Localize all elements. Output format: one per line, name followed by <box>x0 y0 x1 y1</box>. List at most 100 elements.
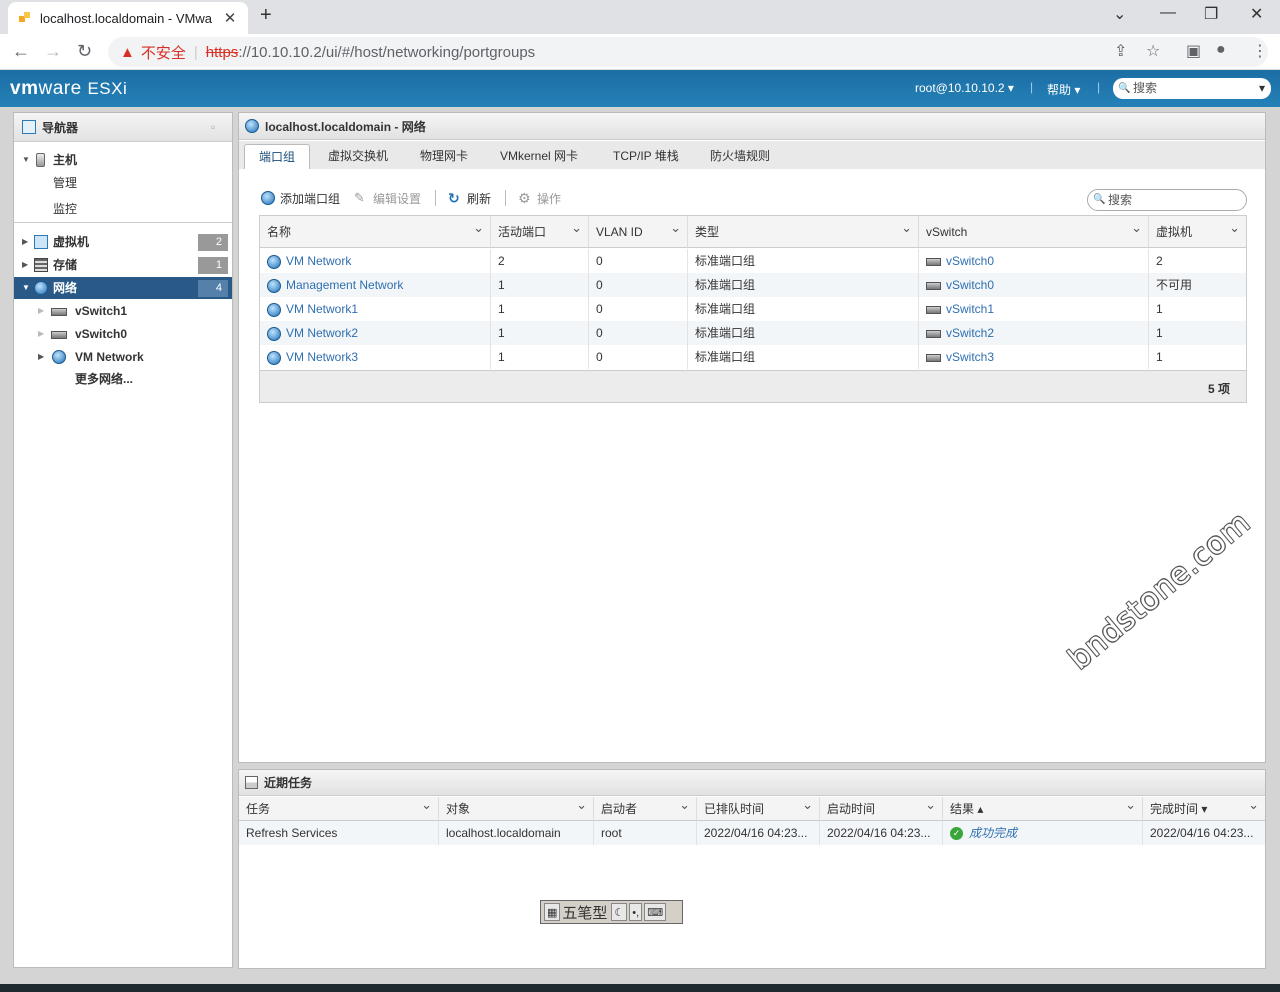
column-header-vlan-id[interactable]: VLAN ID <box>589 212 688 248</box>
add-port-group-button[interactable]: 添加端口组 <box>261 190 340 207</box>
actions-button[interactable]: ⚙ 操作 <box>518 190 561 207</box>
ime-logo-icon[interactable]: ▦ <box>544 903 561 921</box>
grid-search-input[interactable]: 搜索 <box>1087 189 1247 211</box>
user-menu[interactable]: root@10.10.10.2 ▾ <box>915 81 1014 95</box>
column-header-active-ports[interactable]: 活动端口 <box>491 212 589 248</box>
close-window-icon[interactable]: ✕ <box>1250 4 1263 24</box>
column-header-type[interactable]: 类型 <box>688 212 919 248</box>
tab-tcpip-stacks[interactable]: TCP/IP 堆栈 <box>599 144 693 169</box>
url-path: ://10.10.10.2/ui/#/host/networking/portg… <box>238 43 536 61</box>
table-row[interactable]: VM Network3 1 0 标准端口组 vSwitch3 1 <box>260 345 1246 369</box>
browser-tab[interactable]: localhost.localdomain - VMwa ✕ <box>8 2 248 34</box>
column-header-task[interactable]: 任务 <box>239 793 439 821</box>
nav-networking[interactable]: ▼ 网络 4 <box>14 277 232 299</box>
url-field[interactable]: ▲ 不安全 | https ://10.10.10.2/ui/#/host/ne… <box>108 37 1268 67</box>
vswitch-link[interactable]: vSwitch2 <box>946 326 994 340</box>
refresh-icon: ↻ <box>448 190 460 206</box>
header-separator: | <box>1097 80 1101 94</box>
ime-toolbar[interactable]: ▦ 五笔型 ☾ •, ⌨ <box>540 900 683 924</box>
new-tab-icon[interactable]: + <box>260 4 272 27</box>
vswitch-link[interactable]: vSwitch3 <box>946 350 994 364</box>
navigator-title: 导航器 <box>42 120 79 135</box>
vswitch-icon <box>51 308 67 316</box>
tab-firewall-rules[interactable]: 防火墙规则 <box>696 144 784 169</box>
restore-icon[interactable]: ❐ <box>1204 4 1218 24</box>
table-row[interactable]: VM Network1 1 0 标准端口组 vSwitch1 1 <box>260 297 1246 321</box>
nav-more-networks[interactable]: 更多网络... <box>14 368 232 390</box>
refresh-button[interactable]: ↻ 刷新 <box>448 190 491 207</box>
tab-vmkernel-nics[interactable]: VMkernel 网卡 <box>486 144 592 169</box>
back-icon[interactable]: ← <box>12 41 30 62</box>
security-label: 不安全 <box>140 44 186 62</box>
storage-icon <box>34 258 48 272</box>
column-header-object[interactable]: 对象 <box>439 793 594 821</box>
header-separator: | <box>1030 80 1034 94</box>
nav-host[interactable]: ▼ 主机 <box>14 149 232 171</box>
ime-moon-icon[interactable]: ☾ <box>611 903 628 921</box>
expand-arrow-icon[interactable]: ▶ <box>38 323 44 345</box>
nav-vswitch0[interactable]: ▶ vSwitch0 <box>14 323 232 345</box>
column-header-vswitch[interactable]: vSwitch <box>919 212 1149 248</box>
column-header-completed[interactable]: 完成时间 ▾ <box>1143 793 1265 821</box>
expand-arrow-icon[interactable]: ▶ <box>38 346 44 368</box>
vswitch-link[interactable]: vSwitch0 <box>946 278 994 292</box>
bookmark-star-icon[interactable]: ☆ <box>1146 41 1160 61</box>
expand-arrow-icon[interactable]: ▶ <box>22 231 28 253</box>
nav-storage[interactable]: ▶ 存储 1 <box>14 254 232 276</box>
ime-punct-icon[interactable]: •, <box>629 903 643 921</box>
browser-menu-icon[interactable]: ⋮ <box>1252 41 1268 61</box>
expand-arrow-icon[interactable]: ▶ <box>22 254 28 276</box>
panel-title: localhost.localdomain - 网络 <box>265 119 426 134</box>
table-row[interactable]: Management Network 1 0 标准端口组 vSwitch0 不可… <box>260 273 1246 297</box>
portgroup-link[interactable]: VM Network <box>286 254 351 268</box>
nav-vswitch1[interactable]: ▶ vSwitch1 <box>14 300 232 322</box>
column-header-name[interactable]: 名称 <box>260 212 491 248</box>
side-panel-icon[interactable]: ▣ <box>1186 41 1201 61</box>
expand-arrow-icon[interactable]: ▶ <box>38 300 44 322</box>
reload-icon[interactable]: ↻ <box>77 41 92 62</box>
column-header-initiator[interactable]: 启动者 <box>594 793 697 821</box>
cell-active-ports: 1 <box>491 297 589 321</box>
tab-search-icon[interactable]: ⌄ <box>1113 4 1126 24</box>
table-row[interactable]: VM Network 2 0 标准端口组 vSwitch0 2 <box>260 249 1246 273</box>
minimize-icon[interactable]: — <box>1160 4 1176 22</box>
warning-icon: ▲ <box>120 43 135 61</box>
forward-icon[interactable]: → <box>44 41 62 62</box>
table-row[interactable]: VM Network2 1 0 标准端口组 vSwitch2 1 <box>260 321 1246 345</box>
collapse-panel-icon[interactable]: ▫ <box>211 120 215 134</box>
column-header-queued[interactable]: 已排队时间 <box>697 793 820 821</box>
ime-keyboard-icon[interactable]: ⌨ <box>644 903 667 921</box>
expand-arrow-icon[interactable]: ▼ <box>22 149 30 171</box>
column-header-vms[interactable]: 虚拟机 <box>1149 212 1246 248</box>
portgroup-link[interactable]: Management Network <box>286 278 403 292</box>
tab-close-icon[interactable]: ✕ <box>222 9 238 27</box>
help-menu[interactable]: 帮助 ▾ <box>1047 81 1080 98</box>
nav-host-manage[interactable]: 管理 <box>14 172 232 194</box>
cell-active-ports: 1 <box>491 273 589 297</box>
task-started: 2022/04/16 04:23... <box>820 821 943 845</box>
tab-port-groups[interactable]: 端口组 <box>244 144 311 169</box>
vswitch-link[interactable]: vSwitch1 <box>946 302 994 316</box>
vswitch-link[interactable]: vSwitch0 <box>946 254 994 268</box>
profile-avatar-icon[interactable]: ● <box>1216 41 1226 59</box>
share-icon[interactable]: ⇪ <box>1114 41 1127 61</box>
vmware-esxi-logo: vmware ESXi <box>10 78 128 99</box>
nav-host-monitor[interactable]: 监控 <box>14 198 232 220</box>
cell-active-ports: 1 <box>491 345 589 369</box>
portgroup-link[interactable]: VM Network3 <box>286 350 358 364</box>
column-header-result[interactable]: 结果 ▴ <box>943 793 1143 821</box>
portgroup-link[interactable]: VM Network1 <box>286 302 358 316</box>
nav-vm-network[interactable]: ▶ VM Network <box>14 346 232 368</box>
tab-virtual-switches[interactable]: 虚拟交换机 <box>314 144 402 169</box>
expand-arrow-icon[interactable]: ▼ <box>22 277 30 299</box>
portgroup-link[interactable]: VM Network2 <box>286 326 358 340</box>
panel-header: localhost.localdomain - 网络 <box>239 113 1265 140</box>
header-search-input[interactable]: 搜索 <box>1113 78 1271 99</box>
edit-settings-label: 编辑设置 <box>373 191 422 206</box>
nav-vms[interactable]: ▶ 虚拟机 2 <box>14 231 232 253</box>
edit-settings-button[interactable]: ✎ 编辑设置 <box>354 190 421 207</box>
cell-vms: 不可用 <box>1156 278 1193 292</box>
column-header-started[interactable]: 启动时间 <box>820 793 943 821</box>
tab-physical-nics[interactable]: 物理网卡 <box>406 144 482 169</box>
task-object: localhost.localdomain <box>439 821 594 845</box>
